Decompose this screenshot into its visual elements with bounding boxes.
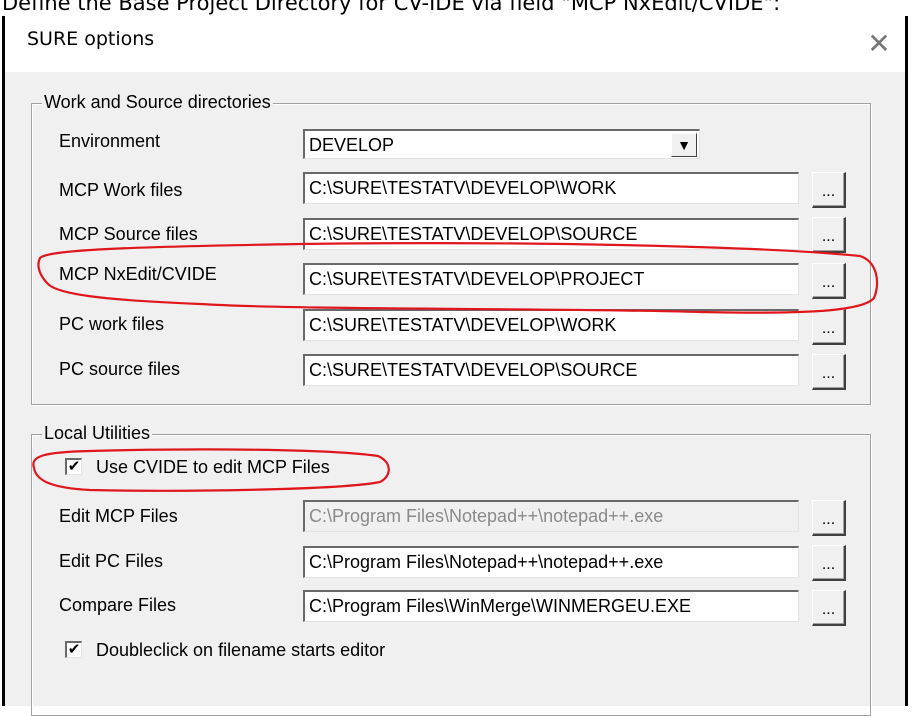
environment-label: Environment (59, 131, 161, 151)
mcp-source-files-label: MCP Source files (59, 224, 198, 244)
environment-select[interactable]: DEVELOP ▼ (303, 129, 700, 159)
mcp-source-files-input[interactable]: C:\SURE\TESTATV\DEVELOP\SOURCE (303, 218, 799, 250)
caption-text: Define the Base Project Directory for CV… (2, 0, 781, 15)
edit-mcp-files-label: Edit MCP Files (59, 506, 178, 526)
local-utilities-legend: Local Utilities (42, 422, 153, 444)
doubleclick-label[interactable]: Doubleclick on filename starts editor (96, 637, 385, 663)
edit-mcp-files-input[interactable]: C:\Program Files\Notepad++\notepad++.exe (303, 500, 799, 532)
mcp-work-files-label: MCP Work files (59, 180, 183, 200)
window-title: SURE options (27, 28, 155, 50)
pc-source-files-label: PC source files (59, 359, 181, 379)
doubleclick-checkbox[interactable]: ✔ (65, 641, 82, 658)
pc-source-files-browse-button[interactable]: ... (812, 354, 846, 390)
mcp-work-files-browse-button[interactable]: ... (812, 172, 846, 208)
mcp-work-files-input[interactable]: C:\SURE\TESTATV\DEVELOP\WORK (303, 172, 799, 204)
compare-files-input[interactable]: C:\Program Files\WinMerge\WINMERGEU.EXE (303, 590, 799, 622)
pc-work-files-input[interactable]: C:\SURE\TESTATV\DEVELOP\WORK (303, 309, 799, 341)
mcp-source-files-browse-button[interactable]: ... (812, 217, 846, 253)
pc-work-files-browse-button[interactable]: ... (812, 309, 846, 345)
pc-source-files-input[interactable]: C:\SURE\TESTATV\DEVELOP\SOURCE (303, 354, 799, 386)
edit-pc-files-browse-button[interactable]: ... (812, 545, 846, 581)
title-bar: SURE options ✕ (5, 16, 905, 72)
chevron-down-icon[interactable]: ▼ (671, 133, 697, 157)
environment-value: DEVELOP (309, 135, 395, 155)
edit-pc-files-label: Edit PC Files (59, 551, 164, 571)
sure-options-dialog: SURE options ✕ Work and Source directori… (2, 16, 908, 716)
pc-work-files-label: PC work files (59, 314, 165, 334)
use-cvide-label[interactable]: Use CVIDE to edit MCP Files (96, 454, 330, 480)
compare-files-label: Compare Files (59, 595, 177, 615)
mcp-nxedit-cvide-input[interactable]: C:\SURE\TESTATV\DEVELOP\PROJECT (303, 263, 799, 295)
mcp-nxedit-cvide-browse-button[interactable]: ... (812, 263, 846, 299)
edit-mcp-files-browse-button[interactable]: ... (812, 500, 846, 536)
compare-files-browse-button[interactable]: ... (812, 590, 846, 626)
mcp-nxedit-cvide-label: MCP NxEdit/CVIDE (59, 264, 217, 284)
edit-pc-files-input[interactable]: C:\Program Files\Notepad++\notepad++.exe (303, 546, 799, 578)
use-cvide-checkbox[interactable]: ✔ (65, 458, 82, 475)
work-source-legend: Work and Source directories (42, 91, 273, 113)
close-icon[interactable]: ✕ (859, 24, 899, 64)
